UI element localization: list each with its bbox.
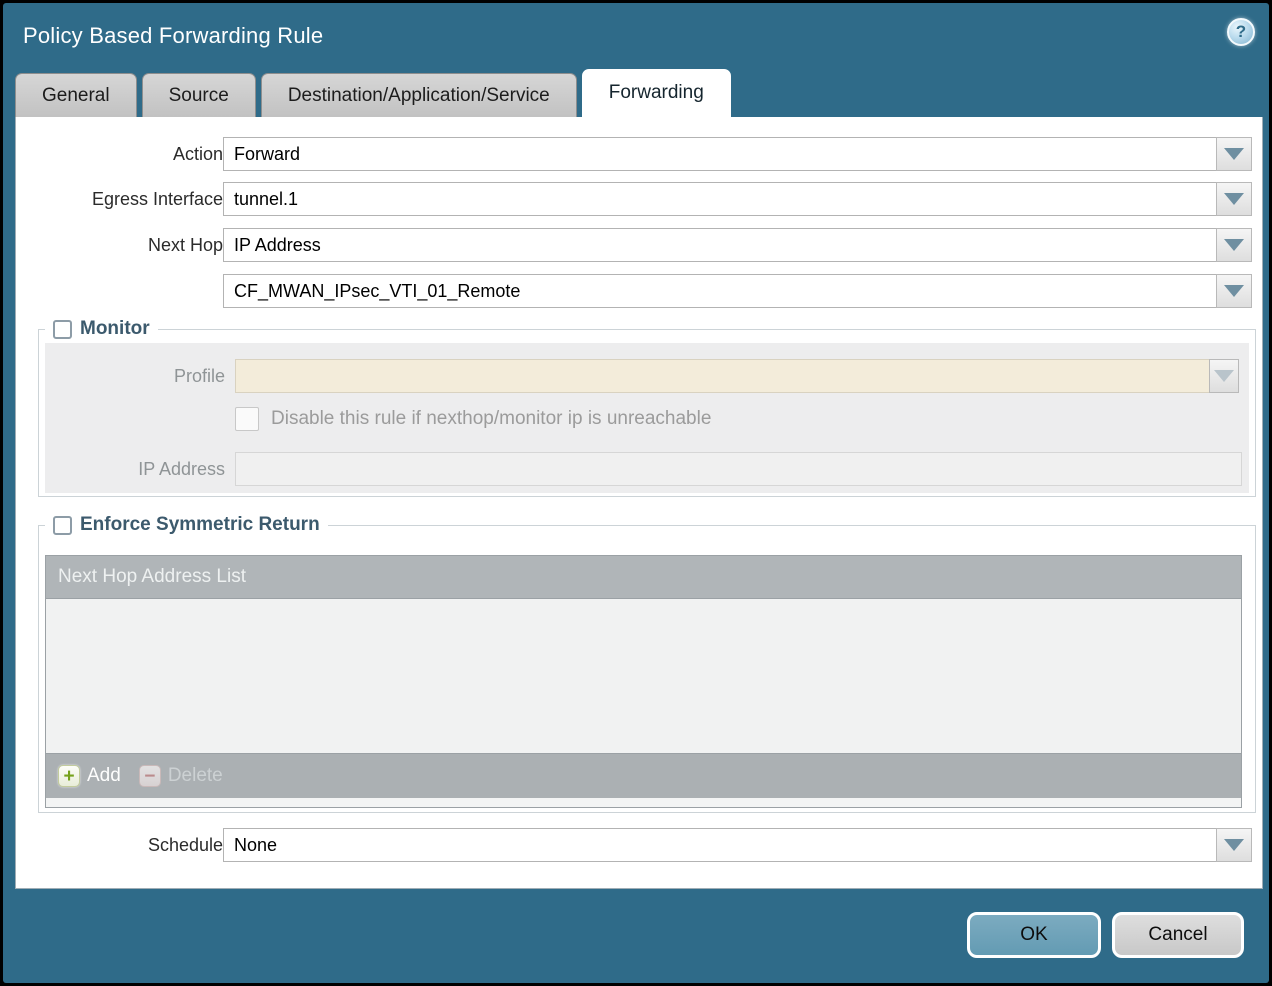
monitor-panel: Profile Disable this rule if nexthop/mon… (45, 343, 1249, 493)
help-glyph: ? (1236, 22, 1246, 42)
tab-general-label: General (42, 85, 110, 107)
tab-general[interactable]: General (15, 73, 137, 117)
monitor-legend-label: Monitor (80, 318, 150, 340)
minus-icon: − (139, 765, 161, 787)
next-hop-address-list-footer: + Add − Delete (46, 753, 1241, 798)
monitor-ip-address-label: IP Address (45, 452, 225, 486)
schedule-select[interactable]: None (223, 828, 1217, 862)
disable-rule-checkbox (235, 407, 259, 431)
next-hop-address-list-header: Next Hop Address List (46, 556, 1241, 599)
tab-source[interactable]: Source (142, 73, 256, 117)
screenshot-frame: Policy Based Forwarding Rule ? General S… (0, 0, 1272, 986)
enforce-symmetric-return-section: Enforce Symmetric Return Next Hop Addres… (38, 525, 1256, 813)
ok-button-label: OK (1020, 924, 1047, 946)
enforce-symmetric-return-checkbox[interactable] (53, 516, 72, 535)
profile-dropdown-button (1209, 359, 1239, 393)
next-hop-address-list-body[interactable] (46, 599, 1241, 753)
monitor-ip-address-input (235, 452, 1242, 486)
tab-source-label: Source (169, 85, 229, 107)
tab-forwarding[interactable]: Forwarding (582, 69, 731, 117)
enforce-symmetric-return-legend: Enforce Symmetric Return (45, 514, 328, 536)
schedule-label: Schedule (27, 828, 223, 862)
chevron-down-icon (1224, 285, 1244, 297)
tab-forwarding-label: Forwarding (609, 82, 704, 104)
help-icon[interactable]: ? (1227, 18, 1255, 46)
chevron-down-icon (1224, 839, 1244, 851)
monitor-section: Monitor Profile Disable this rule if nex… (38, 329, 1256, 497)
add-button[interactable]: + Add (58, 765, 121, 787)
tab-destination-application-service-label: Destination/Application/Service (288, 85, 550, 107)
next-hop-address-list-table: Next Hop Address List + Add − Delete (45, 555, 1242, 808)
schedule-dropdown-button[interactable] (1216, 828, 1252, 862)
monitor-legend: Monitor (45, 318, 158, 340)
tab-bar: General Source Destination/Application/S… (15, 69, 731, 117)
profile-label: Profile (45, 359, 225, 393)
chevron-down-icon (1224, 239, 1244, 251)
profile-select (235, 359, 1210, 393)
chevron-down-icon (1224, 193, 1244, 205)
monitor-checkbox[interactable] (53, 320, 72, 339)
egress-interface-label: Egress Interface (27, 182, 223, 216)
next-hop-address-select[interactable]: CF_MWAN_IPsec_VTI_01_Remote (223, 274, 1217, 308)
add-button-label: Add (87, 765, 121, 787)
forwarding-tab-panel: Action Forward Egress Interface tunnel.1… (15, 117, 1263, 889)
policy-based-forwarding-dialog: Policy Based Forwarding Rule ? General S… (3, 3, 1269, 983)
enforce-symmetric-return-legend-label: Enforce Symmetric Return (80, 514, 320, 536)
ok-button[interactable]: OK (967, 912, 1101, 958)
delete-button: − Delete (139, 765, 223, 787)
dialog-title: Policy Based Forwarding Rule (23, 23, 323, 49)
egress-interface-select[interactable]: tunnel.1 (223, 182, 1217, 216)
plus-icon: + (58, 765, 80, 787)
disable-rule-label: Disable this rule if nexthop/monitor ip … (271, 407, 711, 431)
next-hop-address-dropdown-button[interactable] (1216, 274, 1252, 308)
chevron-down-icon (1224, 148, 1244, 160)
cancel-button-label: Cancel (1148, 924, 1207, 946)
chevron-down-icon (1214, 370, 1234, 382)
cancel-button[interactable]: Cancel (1112, 912, 1244, 958)
action-label: Action (27, 137, 223, 171)
next-hop-type-select[interactable]: IP Address (223, 228, 1217, 262)
action-dropdown-button[interactable] (1216, 137, 1252, 171)
egress-interface-dropdown-button[interactable] (1216, 182, 1252, 216)
next-hop-address-list-header-label: Next Hop Address List (58, 566, 246, 588)
delete-button-label: Delete (168, 765, 223, 787)
table-scroll-strip (46, 798, 1241, 807)
action-select[interactable]: Forward (223, 137, 1217, 171)
next-hop-dropdown-button[interactable] (1216, 228, 1252, 262)
next-hop-label: Next Hop (27, 228, 223, 262)
tab-destination-application-service[interactable]: Destination/Application/Service (261, 73, 577, 117)
